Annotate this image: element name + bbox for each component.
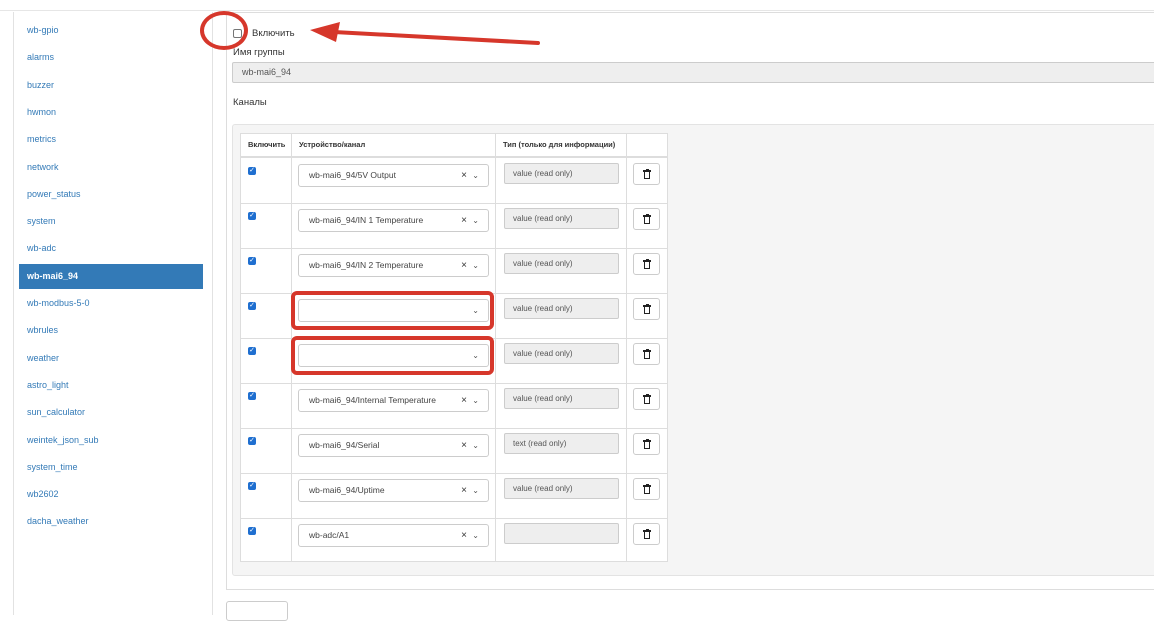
- clear-icon[interactable]: ×: [461, 255, 467, 276]
- table-row: ✓ wb-mai6_94/IN 1 Temperature × ⌄ value (rea…: [241, 203, 667, 248]
- type-field: [504, 523, 619, 544]
- sidebar-item[interactable]: metrics: [19, 127, 203, 152]
- table-row: ✓ wb-mai6_94/5V Output × ⌄ value (read only): [241, 158, 667, 203]
- sidebar-item[interactable]: weintek_json_sub: [19, 428, 203, 453]
- channel-select-value: wb-mai6_94/Uptime: [309, 485, 385, 495]
- type-field: value (read only): [504, 298, 619, 319]
- sidebar: wb-gpio alarms buzzer hwmon metrics network po…: [13, 12, 213, 615]
- highlight-box: [291, 336, 494, 375]
- sidebar-item[interactable]: system: [19, 209, 203, 234]
- chevron-down-icon[interactable]: ⌄: [472, 435, 479, 456]
- channel-select[interactable]: wb-mai6_94/Internal Temperature × ⌄: [298, 389, 489, 412]
- type-field: value (read only): [504, 343, 619, 364]
- row-enable-checkbox[interactable]: ✓: [248, 392, 256, 400]
- chevron-down-icon[interactable]: ⌄: [472, 525, 479, 546]
- sidebar-item[interactable]: wbrules: [19, 318, 203, 343]
- highlight-circle: [200, 11, 248, 50]
- channels-label: Каналы: [233, 97, 267, 108]
- channel-select-value: wb-mai6_94/5V Output: [309, 170, 396, 180]
- delete-row-button[interactable]: [633, 208, 660, 230]
- sidebar-item[interactable]: wb-mai6_94: [19, 263, 203, 289]
- sidebar-item[interactable]: alarms: [19, 45, 203, 70]
- group-name-label: Имя группы: [233, 47, 285, 58]
- table-row: ✓ wb-mai6_94/Internal Temperature × ⌄ value …: [241, 383, 667, 428]
- top-divider: [0, 10, 1154, 11]
- channel-select[interactable]: wb-mai6_94/Serial × ⌄: [298, 434, 489, 457]
- channel-select-value: wb-mai6_94/Internal Temperature: [309, 395, 436, 405]
- row-enable-checkbox[interactable]: ✓: [248, 212, 256, 220]
- channel-select[interactable]: wb-mai6_94/Uptime × ⌄: [298, 479, 489, 502]
- header-type: Тип (только для информации): [503, 140, 616, 149]
- type-field: text (read only): [504, 433, 619, 454]
- clear-icon[interactable]: ×: [461, 480, 467, 501]
- channel-select-value: wb-mai6_94/IN 2 Temperature: [309, 260, 424, 270]
- clear-icon[interactable]: ×: [461, 165, 467, 186]
- table-row: ✓ wb-mai6_94/IN 2 Temperature × ⌄ value (rea…: [241, 248, 667, 293]
- header-enable: Включить: [248, 140, 286, 149]
- clear-icon[interactable]: ×: [461, 435, 467, 456]
- row-enable-checkbox[interactable]: ✓: [248, 167, 256, 175]
- group-name-input[interactable]: wb-mai6_94: [232, 62, 1154, 83]
- chevron-down-icon[interactable]: ⌄: [472, 210, 479, 231]
- type-field: value (read only): [504, 253, 619, 274]
- type-field: value (read only): [504, 478, 619, 499]
- header-channel: Устройство/канал: [299, 140, 366, 149]
- sidebar-item[interactable]: wb-gpio: [19, 18, 203, 43]
- clear-icon[interactable]: ×: [461, 210, 467, 231]
- row-enable-checkbox[interactable]: ✓: [248, 257, 256, 265]
- chevron-down-icon[interactable]: ⌄: [472, 390, 479, 411]
- sidebar-item[interactable]: hwmon: [19, 100, 203, 125]
- row-enable-checkbox[interactable]: ✓: [248, 302, 256, 310]
- sidebar-item[interactable]: dacha_weather: [19, 509, 203, 534]
- clear-icon[interactable]: ×: [461, 390, 467, 411]
- clear-icon[interactable]: ×: [461, 525, 467, 546]
- sidebar-item[interactable]: wb-modbus-5-0: [19, 291, 203, 316]
- delete-row-button[interactable]: [633, 478, 660, 500]
- channel-select[interactable]: wb-adc/A1 × ⌄: [298, 524, 489, 547]
- table-row: ✓ wb-mai6_94/Uptime × ⌄ value (read only): [241, 473, 667, 518]
- row-enable-checkbox[interactable]: ✓: [248, 347, 256, 355]
- delete-row-button[interactable]: [633, 163, 660, 185]
- highlight-arrow-icon: [310, 22, 540, 45]
- type-field: value (read only): [504, 388, 619, 409]
- sidebar-item[interactable]: network: [19, 155, 203, 180]
- header-actions: [627, 134, 634, 156]
- row-enable-checkbox[interactable]: ✓: [248, 527, 256, 535]
- channel-select-value: wb-mai6_94/IN 1 Temperature: [309, 215, 424, 225]
- sidebar-item[interactable]: wb-adc: [19, 236, 203, 261]
- delete-row-button[interactable]: [633, 433, 660, 455]
- table-row: ✓ wb-mai6_94/Serial × ⌄ text (read only): [241, 428, 667, 473]
- sidebar-item[interactable]: system_time: [19, 455, 203, 480]
- delete-row-button[interactable]: [633, 343, 660, 365]
- delete-row-button[interactable]: [633, 298, 660, 320]
- channel-select[interactable]: wb-mai6_94/IN 1 Temperature × ⌄: [298, 209, 489, 232]
- row-enable-checkbox[interactable]: ✓: [248, 482, 256, 490]
- highlight-box: [291, 291, 494, 330]
- channel-select-value: wb-mai6_94/Serial: [309, 440, 380, 450]
- channel-select[interactable]: wb-mai6_94/IN 2 Temperature × ⌄: [298, 254, 489, 277]
- type-field: value (read only): [504, 208, 619, 229]
- sidebar-item[interactable]: wb2602: [19, 482, 203, 507]
- enable-label: Включить: [252, 27, 295, 39]
- sidebar-item[interactable]: astro_light: [19, 373, 203, 398]
- table-row: ✓ wb-adc/A1 × ⌄: [241, 518, 667, 563]
- add-channel-button[interactable]: [226, 601, 288, 621]
- row-enable-checkbox[interactable]: ✓: [248, 437, 256, 445]
- type-field: value (read only): [504, 163, 619, 184]
- sidebar-item[interactable]: buzzer: [19, 73, 203, 98]
- delete-row-button[interactable]: [633, 253, 660, 275]
- sidebar-item[interactable]: weather: [19, 346, 203, 371]
- channel-select-value: wb-adc/A1: [309, 530, 350, 540]
- channel-select[interactable]: wb-mai6_94/5V Output × ⌄: [298, 164, 489, 187]
- chevron-down-icon[interactable]: ⌄: [472, 165, 479, 186]
- delete-row-button[interactable]: [633, 388, 660, 410]
- chevron-down-icon[interactable]: ⌄: [472, 255, 479, 276]
- chevron-down-icon[interactable]: ⌄: [472, 480, 479, 501]
- delete-row-button[interactable]: [633, 523, 660, 545]
- sidebar-item[interactable]: power_status: [19, 182, 203, 207]
- sidebar-item[interactable]: sun_calculator: [19, 400, 203, 425]
